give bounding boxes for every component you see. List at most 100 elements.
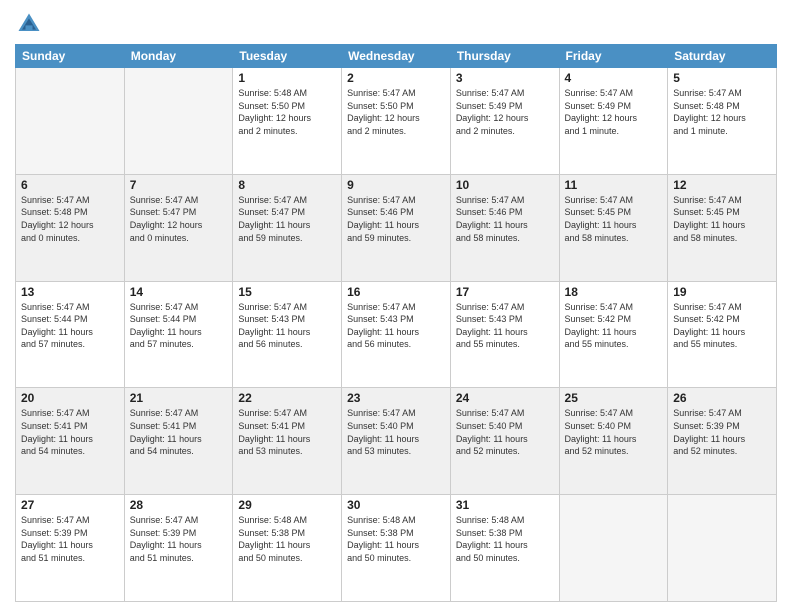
day-number: 8 — [238, 178, 336, 192]
calendar-cell: 13 Sunrise: 5:47 AM Sunset: 5:44 PM Dayli… — [16, 281, 125, 388]
day-info: Sunrise: 5:47 AM Sunset: 5:41 PM Dayligh… — [21, 407, 119, 457]
day-info: Sunrise: 5:48 AM Sunset: 5:38 PM Dayligh… — [347, 514, 445, 564]
day-info: Sunrise: 5:47 AM Sunset: 5:46 PM Dayligh… — [456, 194, 554, 244]
day-info: Sunrise: 5:48 AM Sunset: 5:38 PM Dayligh… — [238, 514, 336, 564]
calendar-cell: 4 Sunrise: 5:47 AM Sunset: 5:49 PM Daylig… — [559, 68, 668, 175]
day-number: 12 — [673, 178, 771, 192]
calendar-cell: 8 Sunrise: 5:47 AM Sunset: 5:47 PM Daylig… — [233, 174, 342, 281]
week-row-3: 13 Sunrise: 5:47 AM Sunset: 5:44 PM Dayli… — [16, 281, 777, 388]
calendar-cell — [16, 68, 125, 175]
calendar-cell: 3 Sunrise: 5:47 AM Sunset: 5:49 PM Daylig… — [450, 68, 559, 175]
week-row-5: 27 Sunrise: 5:47 AM Sunset: 5:39 PM Dayli… — [16, 495, 777, 602]
day-number: 22 — [238, 391, 336, 405]
day-info: Sunrise: 5:47 AM Sunset: 5:46 PM Dayligh… — [347, 194, 445, 244]
calendar-cell: 14 Sunrise: 5:47 AM Sunset: 5:44 PM Dayli… — [124, 281, 233, 388]
day-info: Sunrise: 5:47 AM Sunset: 5:43 PM Dayligh… — [238, 301, 336, 351]
calendar-cell: 22 Sunrise: 5:47 AM Sunset: 5:41 PM Dayli… — [233, 388, 342, 495]
day-info: Sunrise: 5:48 AM Sunset: 5:50 PM Dayligh… — [238, 87, 336, 137]
day-number: 21 — [130, 391, 228, 405]
calendar-cell: 11Sunrise: 5:47 AM Sunset: 5:45 PM Dayli… — [559, 174, 668, 281]
calendar-cell: 25 Sunrise: 5:47 AM Sunset: 5:40 PM Dayli… — [559, 388, 668, 495]
day-info: Sunrise: 5:47 AM Sunset: 5:47 PM Dayligh… — [238, 194, 336, 244]
day-number: 29 — [238, 498, 336, 512]
day-info: Sunrise: 5:47 AM Sunset: 5:48 PM Dayligh… — [21, 194, 119, 244]
day-number: 5 — [673, 71, 771, 85]
day-info: Sunrise: 5:47 AM Sunset: 5:44 PM Dayligh… — [130, 301, 228, 351]
day-number: 2 — [347, 71, 445, 85]
day-number: 13 — [21, 285, 119, 299]
logo-icon — [15, 10, 43, 38]
weekday-header-row: SundayMondayTuesdayWednesdayThursdayFrid… — [16, 45, 777, 68]
calendar-cell: 31 Sunrise: 5:48 AM Sunset: 5:38 PM Dayli… — [450, 495, 559, 602]
week-row-2: 6 Sunrise: 5:47 AM Sunset: 5:48 PM Daylig… — [16, 174, 777, 281]
calendar-cell: 26 Sunrise: 5:47 AM Sunset: 5:39 PM Dayli… — [668, 388, 777, 495]
day-info: Sunrise: 5:47 AM Sunset: 5:45 PM Dayligh… — [565, 194, 663, 244]
calendar-cell: 18Sunrise: 5:47 AM Sunset: 5:42 PM Dayli… — [559, 281, 668, 388]
calendar-cell: 12Sunrise: 5:47 AM Sunset: 5:45 PM Dayli… — [668, 174, 777, 281]
calendar-cell: 6 Sunrise: 5:47 AM Sunset: 5:48 PM Daylig… — [16, 174, 125, 281]
weekday-friday: Friday — [559, 45, 668, 68]
day-info: Sunrise: 5:48 AM Sunset: 5:38 PM Dayligh… — [456, 514, 554, 564]
page: SundayMondayTuesdayWednesdayThursdayFrid… — [0, 0, 792, 612]
weekday-saturday: Saturday — [668, 45, 777, 68]
calendar-cell — [559, 495, 668, 602]
day-info: Sunrise: 5:47 AM Sunset: 5:41 PM Dayligh… — [238, 407, 336, 457]
weekday-sunday: Sunday — [16, 45, 125, 68]
day-number: 16 — [347, 285, 445, 299]
day-number: 17 — [456, 285, 554, 299]
day-number: 19 — [673, 285, 771, 299]
day-number: 14 — [130, 285, 228, 299]
day-number: 10 — [456, 178, 554, 192]
day-info: Sunrise: 5:47 AM Sunset: 5:40 PM Dayligh… — [456, 407, 554, 457]
day-number: 7 — [130, 178, 228, 192]
day-info: Sunrise: 5:47 AM Sunset: 5:49 PM Dayligh… — [565, 87, 663, 137]
day-number: 23 — [347, 391, 445, 405]
day-number: 24 — [456, 391, 554, 405]
day-number: 28 — [130, 498, 228, 512]
calendar-cell: 15 Sunrise: 5:47 AM Sunset: 5:43 PM Dayli… — [233, 281, 342, 388]
calendar-cell: 9 Sunrise: 5:47 AM Sunset: 5:46 PM Daylig… — [342, 174, 451, 281]
day-info: Sunrise: 5:47 AM Sunset: 5:40 PM Dayligh… — [347, 407, 445, 457]
day-info: Sunrise: 5:47 AM Sunset: 5:39 PM Dayligh… — [130, 514, 228, 564]
day-info: Sunrise: 5:47 AM Sunset: 5:44 PM Dayligh… — [21, 301, 119, 351]
day-number: 27 — [21, 498, 119, 512]
day-number: 6 — [21, 178, 119, 192]
week-row-1: 1 Sunrise: 5:48 AM Sunset: 5:50 PM Daylig… — [16, 68, 777, 175]
weekday-monday: Monday — [124, 45, 233, 68]
calendar-cell: 10 Sunrise: 5:47 AM Sunset: 5:46 PM Dayli… — [450, 174, 559, 281]
calendar-cell: 16 Sunrise: 5:47 AM Sunset: 5:43 PM Dayli… — [342, 281, 451, 388]
calendar-cell: 17Sunrise: 5:47 AM Sunset: 5:43 PM Dayli… — [450, 281, 559, 388]
calendar-cell: 30Sunrise: 5:48 AM Sunset: 5:38 PM Dayli… — [342, 495, 451, 602]
day-number: 26 — [673, 391, 771, 405]
calendar-cell — [124, 68, 233, 175]
day-info: Sunrise: 5:47 AM Sunset: 5:43 PM Dayligh… — [347, 301, 445, 351]
day-number: 20 — [21, 391, 119, 405]
header — [15, 10, 777, 38]
day-number: 1 — [238, 71, 336, 85]
day-info: Sunrise: 5:47 AM Sunset: 5:40 PM Dayligh… — [565, 407, 663, 457]
day-number: 9 — [347, 178, 445, 192]
day-number: 4 — [565, 71, 663, 85]
calendar-cell: 20 Sunrise: 5:47 AM Sunset: 5:41 PM Dayli… — [16, 388, 125, 495]
day-number: 18 — [565, 285, 663, 299]
calendar: SundayMondayTuesdayWednesdayThursdayFrid… — [15, 44, 777, 602]
day-info: Sunrise: 5:47 AM Sunset: 5:48 PM Dayligh… — [673, 87, 771, 137]
day-number: 31 — [456, 498, 554, 512]
day-info: Sunrise: 5:47 AM Sunset: 5:41 PM Dayligh… — [130, 407, 228, 457]
calendar-cell: 7Sunrise: 5:47 AM Sunset: 5:47 PM Daylig… — [124, 174, 233, 281]
calendar-cell: 2Sunrise: 5:47 AM Sunset: 5:50 PM Daylig… — [342, 68, 451, 175]
day-info: Sunrise: 5:47 AM Sunset: 5:39 PM Dayligh… — [673, 407, 771, 457]
day-number: 15 — [238, 285, 336, 299]
weekday-thursday: Thursday — [450, 45, 559, 68]
calendar-cell: 27 Sunrise: 5:47 AM Sunset: 5:39 PM Dayli… — [16, 495, 125, 602]
day-info: Sunrise: 5:47 AM Sunset: 5:39 PM Dayligh… — [21, 514, 119, 564]
day-number: 25 — [565, 391, 663, 405]
calendar-cell — [668, 495, 777, 602]
day-info: Sunrise: 5:47 AM Sunset: 5:42 PM Dayligh… — [673, 301, 771, 351]
day-info: Sunrise: 5:47 AM Sunset: 5:49 PM Dayligh… — [456, 87, 554, 137]
calendar-cell: 1 Sunrise: 5:48 AM Sunset: 5:50 PM Daylig… — [233, 68, 342, 175]
day-number: 3 — [456, 71, 554, 85]
calendar-cell: 5 Sunrise: 5:47 AM Sunset: 5:48 PM Daylig… — [668, 68, 777, 175]
calendar-cell: 24 Sunrise: 5:47 AM Sunset: 5:40 PM Dayli… — [450, 388, 559, 495]
calendar-cell: 19 Sunrise: 5:47 AM Sunset: 5:42 PM Dayli… — [668, 281, 777, 388]
